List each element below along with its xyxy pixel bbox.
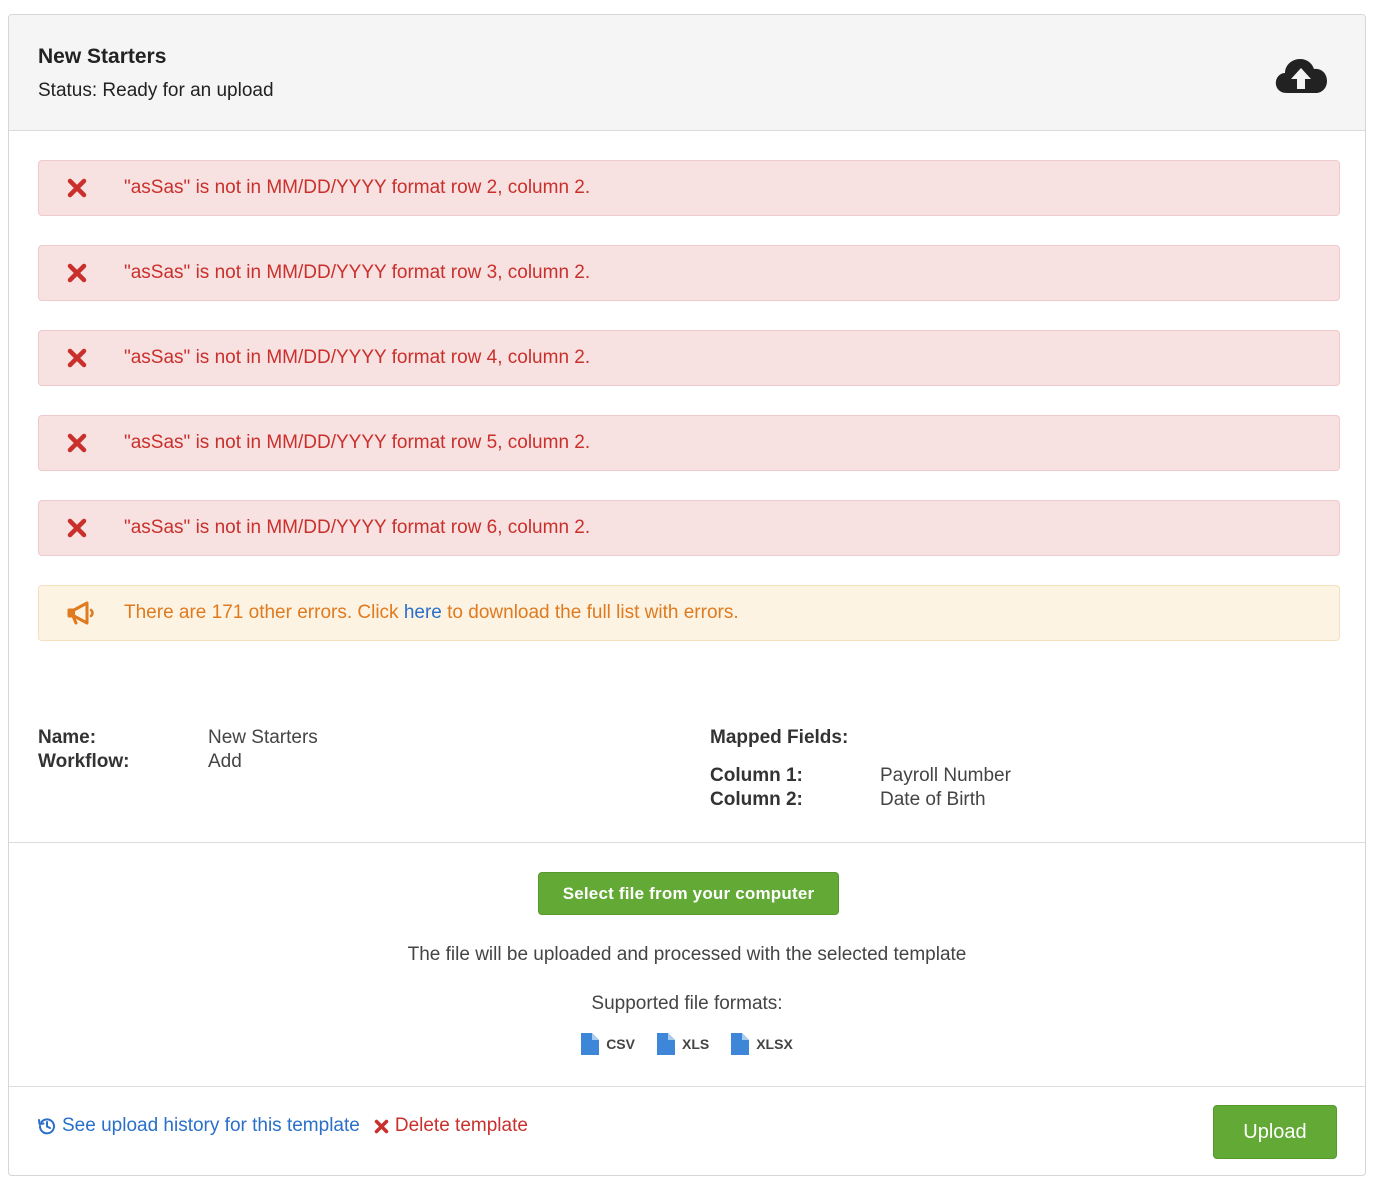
error-message: "asSas" is not in MM/DD/YYYY format row …	[124, 262, 591, 283]
format-item: XLS	[656, 1033, 710, 1055]
error-alert: "asSas" is not in MM/DD/YYYY format row …	[38, 245, 1340, 301]
error-x-icon	[67, 348, 107, 368]
warning-text-suffix: to download the full list with errors.	[441, 602, 739, 623]
error-message: "asSas" is not in MM/DD/YYYY format row …	[124, 517, 591, 538]
error-x-icon	[67, 433, 107, 453]
template-title: New Starters	[38, 45, 167, 68]
upload-template-panel: New Starters Status: Ready for an upload…	[8, 14, 1366, 1176]
error-message: "asSas" is not in MM/DD/YYYY format row …	[124, 177, 591, 198]
error-x-icon	[67, 518, 107, 538]
error-alert: "asSas" is not in MM/DD/YYYY format row …	[38, 160, 1340, 216]
column-1-value-row: Payroll Number	[880, 765, 1011, 787]
format-item: XLSX	[731, 1033, 793, 1055]
name-value: New Starters	[208, 727, 318, 748]
column-2-value-row: Date of Birth	[880, 789, 986, 811]
error-alert: "asSas" is not in MM/DD/YYYY format row …	[38, 500, 1340, 556]
column-value: Date of Birth	[880, 789, 986, 810]
format-label: XLSX	[756, 1036, 793, 1052]
history-icon	[38, 1118, 55, 1135]
workflow-row: Workflow:	[38, 751, 129, 773]
megaphone-icon	[67, 601, 107, 625]
section-divider	[9, 842, 1365, 843]
upload-status: Status: Ready for an upload	[38, 80, 274, 101]
upload-info-text: The file will be uploaded and processed …	[407, 944, 967, 965]
cloud-upload-icon[interactable]	[1273, 55, 1329, 99]
format-item: CSV	[581, 1033, 635, 1055]
file-icon	[581, 1033, 600, 1055]
error-x-icon	[67, 263, 107, 283]
format-label: XLS	[681, 1036, 710, 1052]
mapped-fields-title: Mapped Fields:	[710, 727, 849, 748]
workflow-value: Add	[208, 751, 242, 772]
upload-button[interactable]: Upload	[1213, 1105, 1337, 1159]
warning-message: There are 171 other errors. Click here t…	[124, 602, 739, 624]
name-label: Name:	[38, 727, 97, 748]
column-label: Column 2:	[710, 789, 803, 810]
error-alert: "asSas" is not in MM/DD/YYYY format row …	[38, 415, 1340, 471]
warning-text-prefix: There are 171 other errors. Click	[124, 602, 404, 623]
error-x-icon	[67, 178, 107, 198]
alerts-list: "asSas" is not in MM/DD/YYYY format row …	[38, 160, 1340, 670]
delete-x-icon	[374, 1119, 389, 1133]
error-message: "asSas" is not in MM/DD/YYYY format row …	[124, 432, 591, 453]
footer-links: See upload history for this template Del…	[38, 1115, 528, 1137]
mapped-fields-title-row: Mapped Fields:	[710, 727, 848, 749]
supported-formats-list: CSV XLS XLSX	[9, 1033, 1365, 1055]
warning-alert: There are 171 other errors. Click here t…	[38, 585, 1340, 641]
file-icon	[656, 1033, 675, 1055]
name-row: Name:	[38, 727, 96, 749]
error-message: "asSas" is not in MM/DD/YYYY format row …	[124, 347, 591, 368]
file-icon	[731, 1033, 750, 1055]
delete-template-link[interactable]: Delete template	[374, 1115, 528, 1137]
format-label: CSV	[606, 1036, 635, 1052]
download-errors-link[interactable]: here	[404, 602, 442, 623]
delete-template-label: Delete template	[394, 1115, 528, 1136]
select-file-button[interactable]: Select file from your computer	[538, 872, 839, 915]
upload-history-link[interactable]: See upload history for this template	[38, 1115, 360, 1137]
name-value-row: New Starters	[208, 727, 318, 749]
footer-divider	[9, 1086, 1365, 1087]
workflow-value-row: Add	[208, 751, 242, 773]
upload-history-label: See upload history for this template	[62, 1115, 360, 1136]
column-label: Column 1:	[710, 765, 803, 786]
error-alert: "asSas" is not in MM/DD/YYYY format row …	[38, 330, 1340, 386]
column-1-label-row: Column 1:	[710, 765, 803, 787]
workflow-label: Workflow:	[38, 751, 130, 772]
column-2-label-row: Column 2:	[710, 789, 803, 811]
panel-header: New Starters Status: Ready for an upload	[9, 15, 1365, 131]
supported-formats-title: Supported file formats:	[591, 993, 783, 1014]
column-value: Payroll Number	[880, 765, 1011, 786]
